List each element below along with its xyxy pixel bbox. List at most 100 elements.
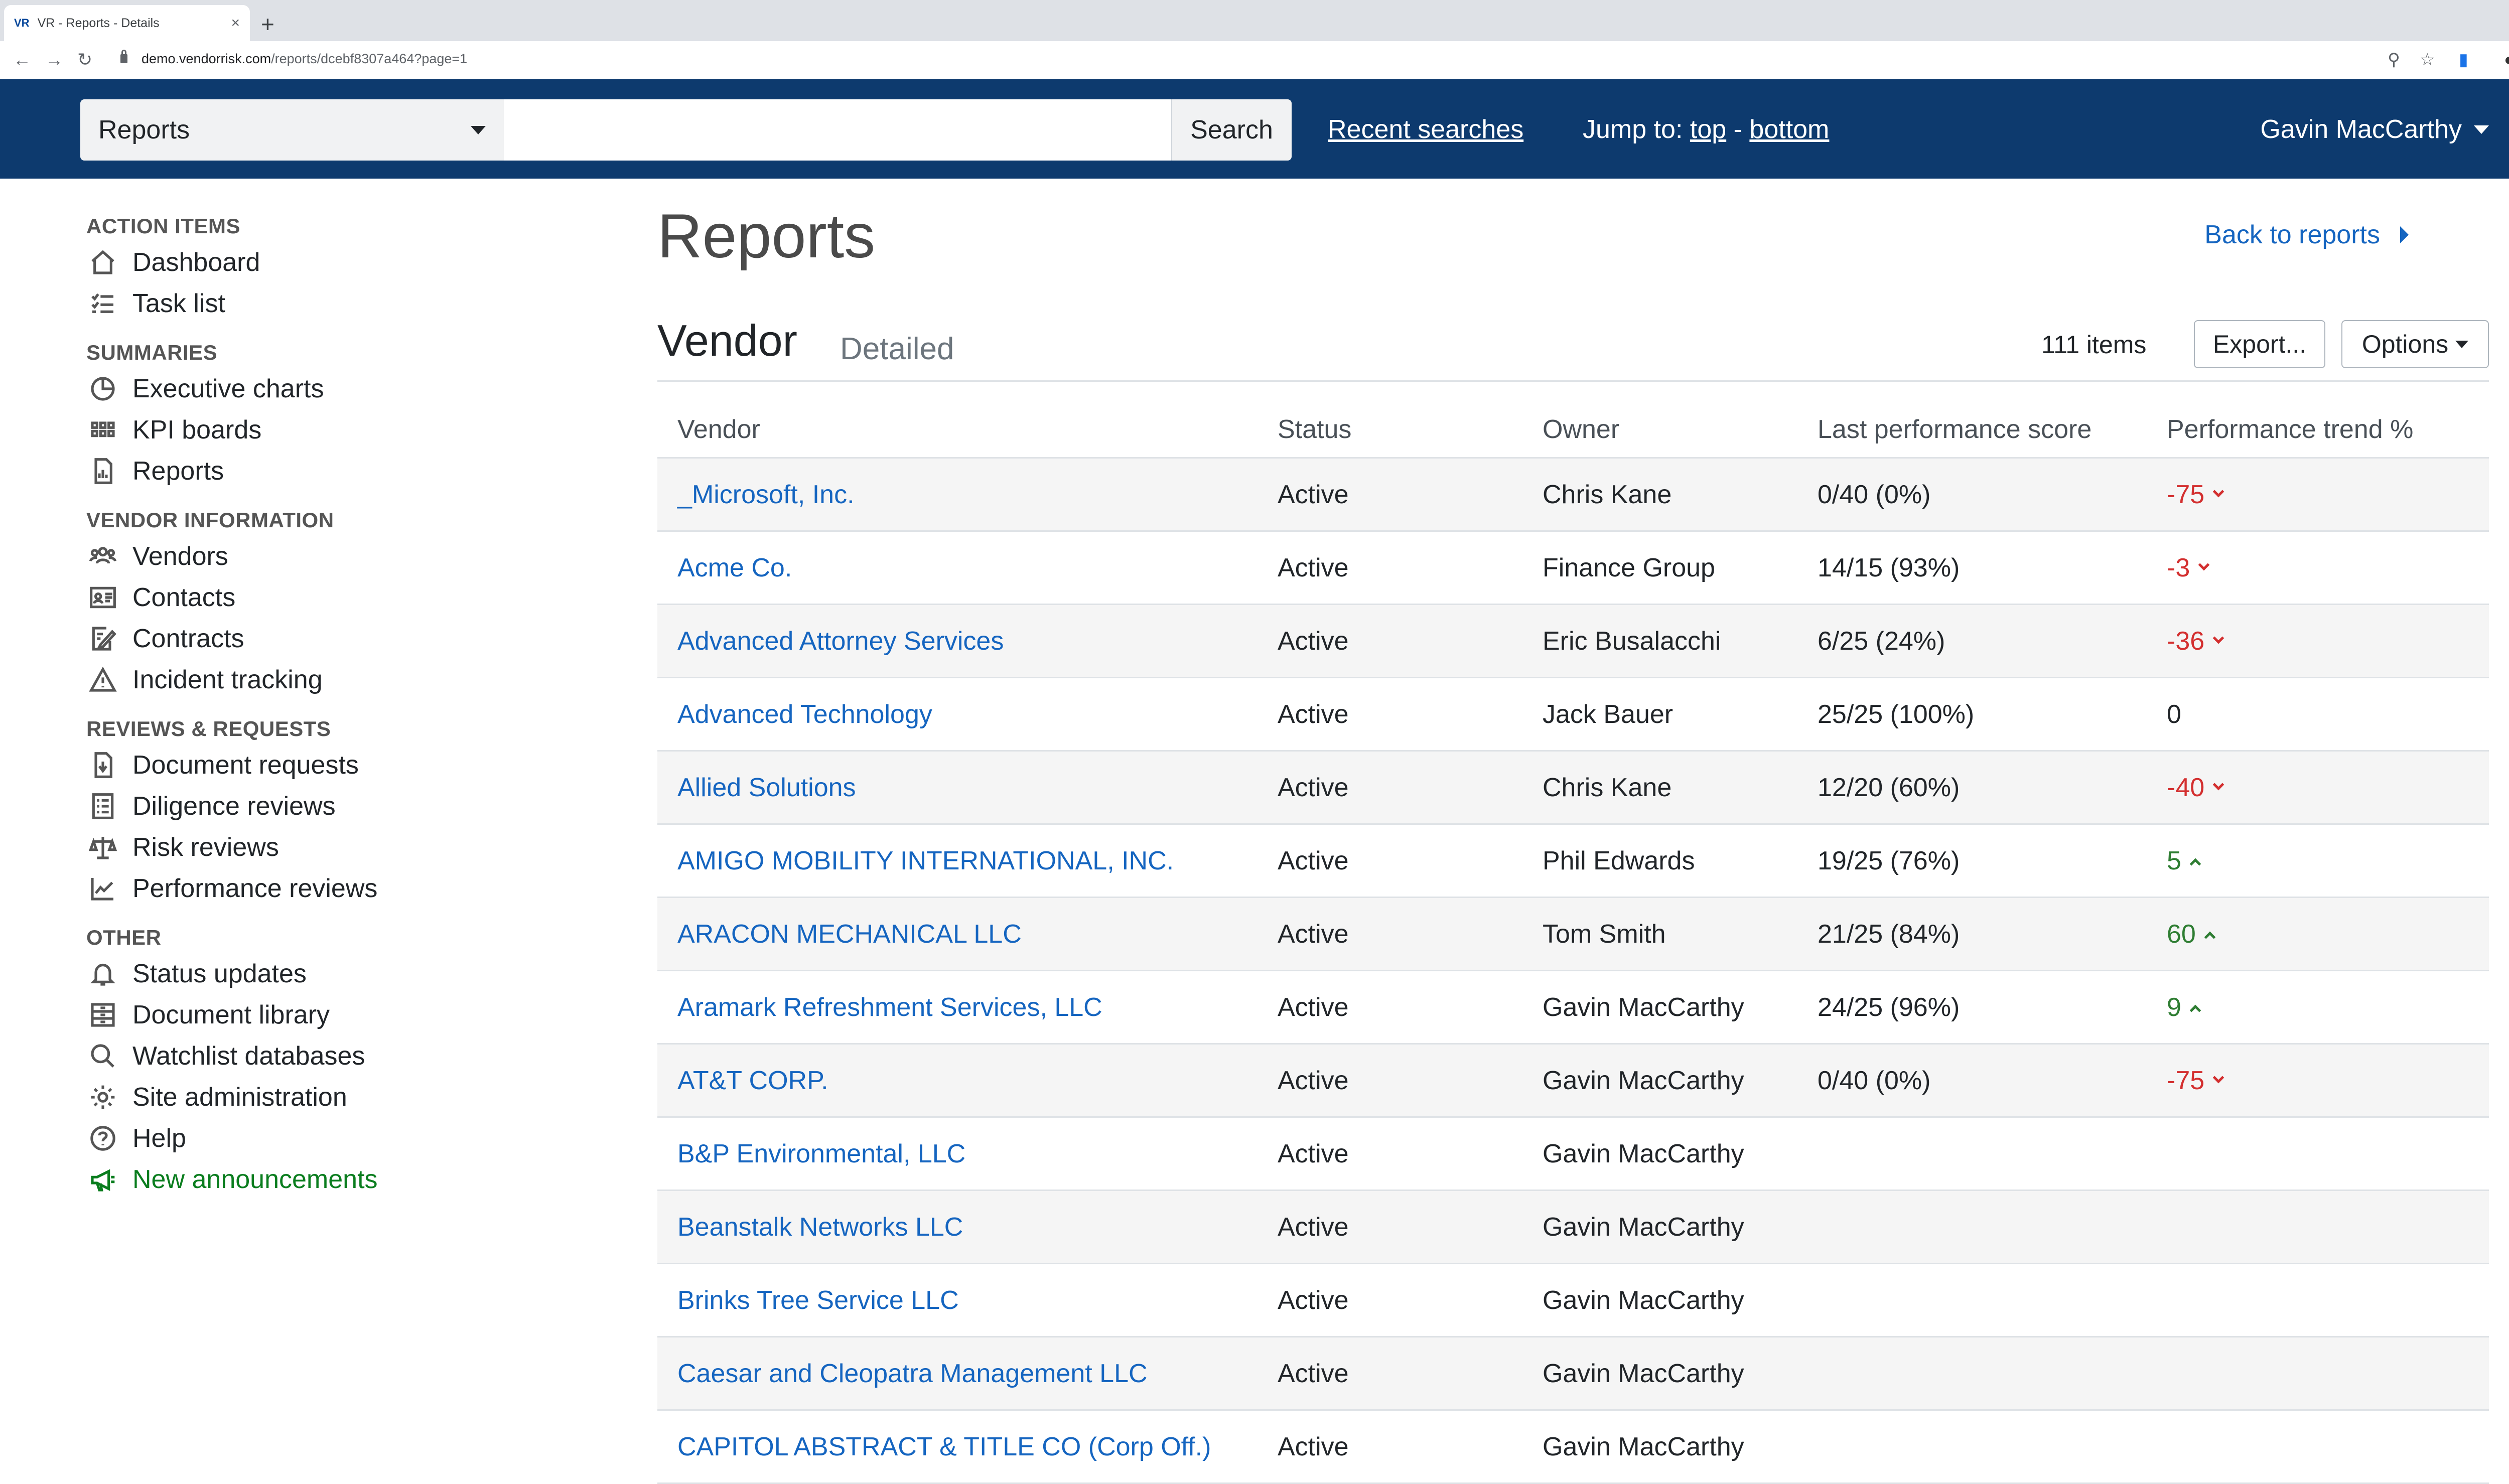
sidebar-heading: VENDOR INFORMATION [86, 508, 334, 532]
table-row: Aramark Refreshment Services, LLC Active G… [657, 971, 2489, 1045]
task-list-icon [86, 289, 119, 318]
sidebar-item-contracts[interactable]: Contracts [86, 618, 588, 659]
sidebar-item-label: Status updates [132, 959, 307, 988]
extension-icon[interactable]: ▮ [2459, 48, 2468, 71]
checklist-icon [86, 792, 119, 820]
vendor-link[interactable]: _Microsoft, Inc. [677, 480, 855, 509]
sidebar-item-risk-reviews[interactable]: Risk reviews [86, 827, 588, 868]
forward-arrow-icon[interactable]: → [45, 48, 63, 71]
search-button[interactable]: Search [1171, 99, 1292, 161]
table-row: Caesar and Cleopatra Management LLC Activ… [657, 1338, 2489, 1411]
close-tab-icon[interactable]: × [231, 15, 240, 32]
vendor-link[interactable]: Aramark Refreshment Services, LLC [677, 993, 1102, 1022]
vendor-link[interactable]: Brinks Tree Service LLC [677, 1286, 959, 1315]
chevron-down-icon [2474, 125, 2489, 134]
sidebar-item-document-library[interactable]: Document library [86, 994, 588, 1035]
trend-value: -75 [2167, 1066, 2205, 1095]
chevron-down-icon [2212, 632, 2224, 644]
sidebar-item-label: Contracts [132, 624, 244, 653]
status-cell: Active [1278, 1212, 1349, 1242]
sidebar-item-kpi-boards[interactable]: KPI boards [86, 409, 588, 451]
column-header[interactable]: Last performance score [1818, 414, 2167, 444]
sidebar-item-diligence-reviews[interactable]: Diligence reviews [86, 786, 588, 827]
performance-trend-cell: 5 [2167, 846, 2489, 876]
sidebar-item-reports[interactable]: Reports [86, 451, 588, 492]
sidebar-item-performance-reviews[interactable]: Performance reviews [86, 868, 588, 909]
performance-score-cell: 6/25 (24%) [1818, 626, 1945, 656]
address-bar[interactable]: demo.vendorrisk.com/reports/dcebf8307a46… [142, 51, 467, 67]
sidebar-heading: SUMMARIES [86, 341, 218, 364]
url-path: /reports/dcebf8307a464?page=1 [271, 51, 468, 66]
owner-cell: Eric Busalacchi [1543, 626, 1721, 656]
new-tab-button[interactable]: + [261, 9, 274, 39]
column-header[interactable]: Vendor [657, 414, 1278, 444]
bookmark-star-icon[interactable]: ☆ [2420, 48, 2435, 71]
sidebar-item-label: Vendors [132, 542, 228, 571]
jump-to-nav: Jump to: top - bottom [1583, 114, 1829, 144]
search-scope-select[interactable]: Reports [80, 99, 504, 161]
status-cell: Active [1278, 1066, 1349, 1095]
owner-cell: Gavin MacCarthy [1543, 992, 1744, 1022]
line-chart-icon [86, 874, 119, 903]
column-header[interactable]: Status [1278, 414, 1543, 444]
vendor-link[interactable]: ARACON MECHANICAL LLC [677, 920, 1022, 949]
report-icon [86, 457, 119, 485]
sidebar-item-task-list[interactable]: Task list [86, 283, 588, 324]
table-row: Brinks Tree Service LLC Active Gavin MacCa… [657, 1264, 2489, 1338]
vendor-link[interactable]: Allied Solutions [677, 773, 856, 802]
status-cell: Active [1278, 480, 1349, 509]
profile-avatar-icon[interactable]: ● [2504, 48, 2509, 71]
zoom-icon[interactable]: ⚲ [2388, 48, 2400, 71]
vendor-link[interactable]: Beanstalk Networks LLC [677, 1213, 963, 1242]
status-cell: Active [1278, 992, 1349, 1022]
table-row: _Microsoft, Inc. Active Chris Kane 0/40 (0%… [657, 459, 2489, 532]
sidebar-item-label: Help [132, 1124, 186, 1153]
search-input[interactable] [504, 99, 1171, 161]
vendor-link[interactable]: Caesar and Cleopatra Management LLC [677, 1359, 1148, 1388]
browser-tab[interactable]: VR VR - Reports - Details × [4, 5, 250, 41]
vendor-link[interactable]: AT&T CORP. [677, 1066, 828, 1095]
vendor-link[interactable]: AMIGO MOBILITY INTERNATIONAL, INC. [677, 846, 1174, 875]
owner-cell: Gavin MacCarthy [1543, 1359, 1744, 1388]
back-to-reports-link[interactable]: Back to reports [2204, 220, 2409, 250]
export-button[interactable]: Export... [2194, 320, 2325, 368]
column-header[interactable]: Owner [1543, 414, 1818, 444]
sidebar-item-executive-charts[interactable]: Executive charts [86, 368, 588, 409]
trend-value: -40 [2167, 773, 2205, 802]
jump-bottom-link[interactable]: bottom [1749, 115, 1829, 144]
back-arrow-icon[interactable]: ← [13, 48, 31, 71]
user-menu[interactable]: Gavin MacCarthy [2260, 114, 2489, 144]
performance-trend-cell: 60 [2167, 919, 2489, 949]
sidebar-item-label: Task list [132, 289, 225, 318]
vendor-link[interactable]: Advanced Attorney Services [677, 627, 1004, 656]
recent-searches-link[interactable]: Recent searches [1328, 114, 1523, 144]
jump-top-link[interactable]: top [1690, 115, 1726, 144]
vendor-link[interactable]: Advanced Technology [677, 700, 932, 729]
sidebar-item-incident-tracking[interactable]: Incident tracking [86, 659, 588, 700]
sidebar: ACTION ITEMS Dashboard Task list SUMMARI… [86, 211, 588, 1200]
grid-icon [86, 416, 119, 444]
sidebar-item-status-updates[interactable]: Status updates [86, 953, 588, 994]
options-button[interactable]: Options [2341, 320, 2489, 368]
sidebar-item-label: Performance reviews [132, 874, 378, 903]
table-row: Allied Solutions Active Chris Kane 12/20 (6… [657, 752, 2489, 825]
warning-icon [86, 666, 119, 694]
table-row: Advanced Attorney Services Active Eric Bus… [657, 605, 2489, 678]
vendor-link[interactable]: Acme Co. [677, 553, 792, 582]
sidebar-item-site-administration[interactable]: Site administration [86, 1077, 588, 1118]
chevron-down-icon [2455, 340, 2469, 348]
reload-icon[interactable]: ↻ [77, 48, 92, 71]
vendor-link[interactable]: CAPITOL ABSTRACT & TITLE CO (Corp Off.) [677, 1432, 1211, 1461]
chevron-down-icon [2212, 779, 2224, 790]
sidebar-item-watchlist-databases[interactable]: Watchlist databases [86, 1035, 588, 1077]
column-header[interactable]: Performance trend % [2167, 414, 2489, 444]
home-icon [86, 248, 119, 276]
sidebar-item-new-announcements[interactable]: New announcements [86, 1159, 588, 1200]
sidebar-item-dashboard[interactable]: Dashboard [86, 242, 588, 283]
vendor-link[interactable]: B&P Environmental, LLC [677, 1139, 965, 1168]
sidebar-item-contacts[interactable]: Contacts [86, 577, 588, 618]
sidebar-item-help[interactable]: Help [86, 1118, 588, 1159]
sidebar-item-document-requests[interactable]: Document requests [86, 745, 588, 786]
status-cell: Active [1278, 699, 1349, 729]
sidebar-item-vendors[interactable]: Vendors [86, 536, 588, 577]
